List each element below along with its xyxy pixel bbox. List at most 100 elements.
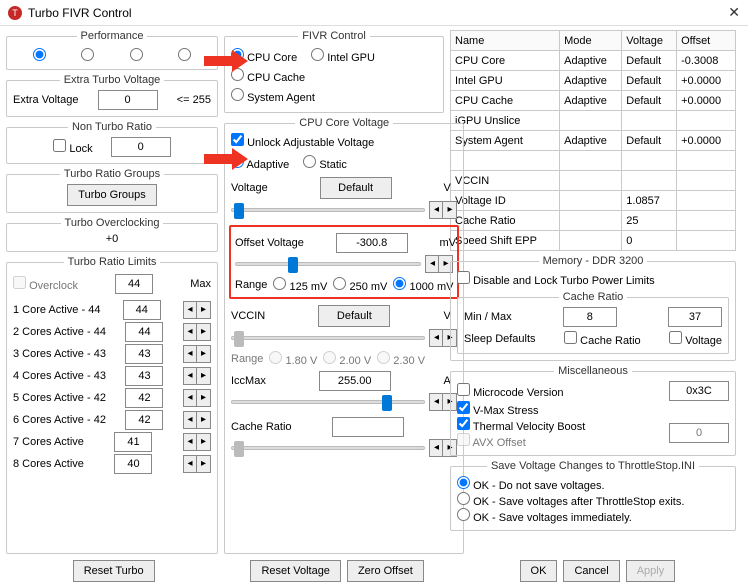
r250-label[interactable]: 250 mV [333,277,387,293]
table-row[interactable]: Speed Shift EPP0 [451,231,736,251]
save-o2-radio[interactable] [457,492,470,505]
table-row[interactable]: System AgentAdaptiveDefault+0.0000 [451,131,736,151]
trl-dec[interactable]: ◂ [183,367,197,385]
voltage-default-button[interactable]: Default [320,177,392,199]
static-radio[interactable] [303,155,316,168]
vccin-default-button[interactable]: Default [318,305,390,327]
trl-inc[interactable]: ▸ [197,411,211,429]
reset-voltage-button[interactable]: Reset Voltage [250,560,341,582]
trl-inc[interactable]: ▸ [197,345,211,363]
r250-radio[interactable] [333,277,346,290]
r125-label[interactable]: 125 mV [273,277,327,293]
table-row[interactable]: Voltage ID1.0857 [451,191,736,211]
intel-gpu-radio[interactable] [311,48,324,61]
sleep-cr-check[interactable] [564,331,577,344]
perf-radio-1[interactable] [33,48,46,61]
offset-dec[interactable]: ◂ [425,255,439,273]
trl-row-input[interactable] [125,366,163,386]
trl-row-input[interactable] [125,344,163,364]
lock-label[interactable]: Lock [53,139,92,155]
disable-lock-check[interactable] [457,271,470,284]
save-o3-radio[interactable] [457,508,470,521]
icc-dec[interactable]: ◂ [429,393,443,411]
micro-input[interactable] [669,381,729,401]
system-agent-radio-label[interactable]: System Agent [231,88,315,104]
table-row[interactable]: iGPU Unslice [451,111,736,131]
iccmax-input[interactable] [319,371,391,391]
save-o1-radio[interactable] [457,476,470,489]
save-o3-label[interactable]: OK - Save voltages immediately. [457,512,632,524]
voltage-slider[interactable] [231,208,425,212]
sleep-v-label[interactable]: Voltage [669,331,722,347]
zero-offset-button[interactable]: Zero Offset [347,560,424,582]
table-row[interactable] [451,151,736,171]
r1000-label[interactable]: 1000 mV [393,277,453,293]
voltage-dec[interactable]: ◂ [429,201,443,219]
table-row[interactable]: Cache Ratio25 [451,211,736,231]
extra-voltage-input[interactable] [98,90,158,110]
trl-inc[interactable]: ▸ [197,323,211,341]
vccin-dec[interactable]: ◂ [429,329,443,347]
trl-row-input[interactable] [123,300,161,320]
offset-input[interactable] [336,233,408,253]
perf-radio-2[interactable] [81,48,94,61]
r125-radio[interactable] [273,277,286,290]
ok-button[interactable]: OK [520,560,558,582]
vmax-label[interactable]: V-Max Stress [457,405,538,417]
trl-inc[interactable]: ▸ [197,455,211,473]
overclock-label[interactable]: Overclock [13,276,78,292]
disable-lock-label[interactable]: Disable and Lock Turbo Power Limits [457,275,655,287]
cancel-button[interactable]: Cancel [563,560,619,582]
table-row[interactable]: CPU CacheAdaptiveDefault+0.0000 [451,91,736,111]
trl-dec[interactable]: ◂ [183,455,197,473]
vmax-check[interactable] [457,401,470,414]
min-input[interactable] [563,307,617,327]
trl-inc[interactable]: ▸ [197,301,211,319]
save-o2-label[interactable]: OK - Save voltages after ThrottleStop ex… [457,496,684,508]
trl-row-input[interactable] [114,432,152,452]
unlock-check[interactable] [231,133,244,146]
trl-row-input[interactable] [114,454,152,474]
tvb-check[interactable] [457,417,470,430]
cr-dec[interactable]: ◂ [429,439,443,457]
trl-dec[interactable]: ◂ [183,323,197,341]
trl-dec[interactable]: ◂ [183,301,197,319]
micro-check[interactable] [457,383,470,396]
offset-slider[interactable] [235,262,421,266]
table-row[interactable]: VCCIN [451,171,736,191]
trl-dec[interactable]: ◂ [183,345,197,363]
perf-radio-4[interactable] [178,48,191,61]
cache-ratio-input[interactable] [332,417,404,437]
trl-row-input[interactable] [125,322,163,342]
trl-inc[interactable]: ▸ [197,433,211,451]
reset-turbo-button[interactable]: Reset Turbo [73,560,155,582]
trl-dec[interactable]: ◂ [183,389,197,407]
table-row[interactable]: CPU CoreAdaptiveDefault-0.3008 [451,51,736,71]
table-row[interactable]: Intel GPUAdaptiveDefault+0.0000 [451,71,736,91]
sleep-cr-label[interactable]: Cache Ratio [564,331,641,347]
static-label[interactable]: Static [303,155,347,171]
save-o1-label[interactable]: OK - Do not save voltages. [457,480,605,492]
lock-check[interactable] [53,139,66,152]
unlock-label[interactable]: Unlock Adjustable Voltage [231,137,374,149]
perf-radio-3[interactable] [130,48,143,61]
trl-row-input[interactable] [125,388,163,408]
voltage-inc[interactable]: ▸ [443,201,457,219]
max-input[interactable] [668,307,722,327]
system-agent-radio[interactable] [231,88,244,101]
trl-dec[interactable]: ◂ [183,411,197,429]
non-turbo-input[interactable] [111,137,171,157]
iccmax-slider[interactable] [231,400,425,404]
intel-gpu-radio-label[interactable]: Intel GPU [311,48,375,64]
trl-row-input[interactable] [125,410,163,430]
turbo-groups-button[interactable]: Turbo Groups [67,184,156,206]
overclock-value[interactable] [115,274,153,294]
sleep-v-check[interactable] [669,331,682,344]
trl-inc[interactable]: ▸ [197,367,211,385]
tvb-label[interactable]: Thermal Velocity Boost [457,421,585,433]
r1000-radio[interactable] [393,277,406,290]
close-icon[interactable]: ✕ [700,4,740,21]
trl-inc[interactable]: ▸ [197,389,211,407]
micro-label[interactable]: Microcode Version [457,383,564,399]
trl-dec[interactable]: ◂ [183,433,197,451]
